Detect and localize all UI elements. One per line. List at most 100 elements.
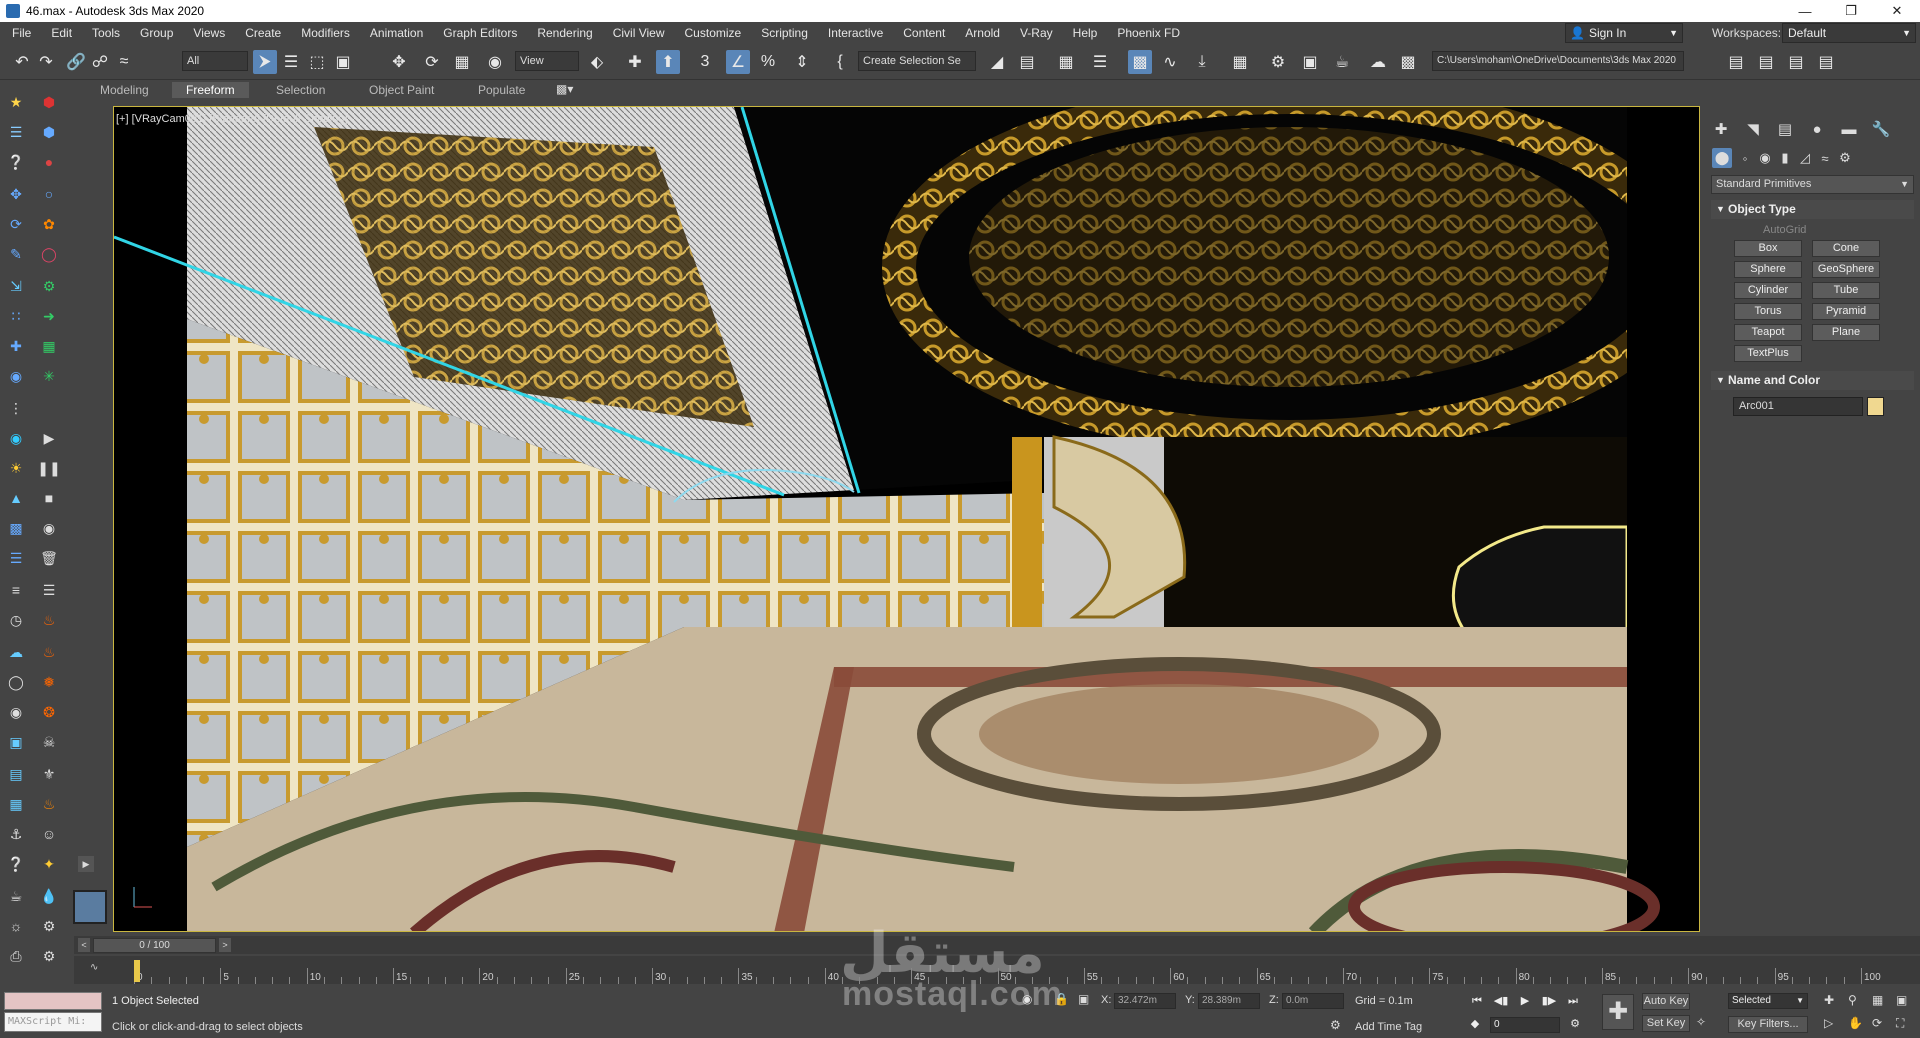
layer-explorer-icon[interactable]: ☰: [1088, 50, 1112, 74]
wand-icon[interactable]: ✦: [37, 852, 61, 876]
scene-explorer-icon[interactable]: ▦: [1054, 50, 1078, 74]
window-crossing-icon[interactable]: ▣: [331, 50, 355, 74]
key-tangent-icon[interactable]: ✧: [1696, 1015, 1706, 1029]
menu-list-icon[interactable]: ☰: [37, 578, 61, 602]
transform-gizmo-icon[interactable]: ✥: [4, 182, 28, 206]
record-icon[interactable]: ◉: [37, 516, 61, 540]
set-key-button[interactable]: Set Key: [1642, 1015, 1690, 1032]
render-in-cloud-icon[interactable]: ☁: [1366, 50, 1390, 74]
a360-gallery-icon[interactable]: ▩: [1396, 50, 1420, 74]
name-and-color-rollout[interactable]: ▼ Name and Color: [1711, 371, 1914, 390]
render-production-icon[interactable]: ☕: [1330, 50, 1354, 74]
transform-icon[interactable]: ✚: [4, 334, 28, 358]
help-icon[interactable]: ❔: [4, 150, 28, 174]
menu-animation[interactable]: Animation: [358, 22, 431, 44]
cylinder-button[interactable]: Cylinder: [1734, 282, 1802, 299]
paint-bucket-icon[interactable]: ◯: [4, 670, 28, 694]
object-name-field[interactable]: Arc001: [1733, 397, 1863, 416]
select-manipulate-icon[interactable]: ✚: [623, 50, 647, 74]
placement-icon[interactable]: ◉: [483, 50, 507, 74]
fire-sim-icon[interactable]: ♨: [37, 792, 61, 816]
selection-filter-dropdown[interactable]: All: [182, 51, 248, 71]
workspace-icon-1[interactable]: ▤: [1724, 50, 1748, 74]
angle-snap-icon[interactable]: ∠: [726, 50, 750, 74]
cart-icon[interactable]: ⚙: [37, 944, 61, 968]
menu-group[interactable]: Group: [128, 22, 181, 44]
key-mode-icon[interactable]: ◆: [1466, 1016, 1484, 1032]
systems-icon[interactable]: ⚙: [1835, 148, 1855, 168]
tube-button[interactable]: Tube: [1812, 282, 1880, 299]
current-frame-field[interactable]: 0: [1490, 1017, 1560, 1033]
hierarchy-tab-icon[interactable]: ▤: [1772, 118, 1798, 140]
rendered-frame-window-icon[interactable]: ▣: [1298, 50, 1322, 74]
add-time-tag[interactable]: Add Time Tag: [1355, 1021, 1422, 1033]
material-icon[interactable]: ◯: [37, 242, 61, 266]
measure-icon[interactable]: ⇲: [4, 274, 28, 298]
menu-content[interactable]: Content: [891, 22, 953, 44]
sphere-icon[interactable]: ○: [37, 182, 61, 206]
material-editor-icon[interactable]: ▦: [1228, 50, 1252, 74]
layout-icon[interactable]: ▦: [4, 792, 28, 816]
pan-icon[interactable]: ✋: [1848, 1016, 1863, 1030]
arrow-right-icon[interactable]: ➜: [37, 304, 61, 328]
spacewarps-icon[interactable]: ≈: [1815, 148, 1835, 168]
menu-arnold[interactable]: Arnold: [953, 22, 1008, 44]
viewport[interactable]: [113, 106, 1700, 932]
absolute-mode-icon[interactable]: ▣: [1078, 992, 1089, 1006]
toggle-ribbon-icon[interactable]: ▩: [1128, 50, 1152, 74]
menu-rendering[interactable]: Rendering: [525, 22, 600, 44]
menu-modifiers[interactable]: Modifiers: [289, 22, 358, 44]
menu-edit[interactable]: Edit: [39, 22, 80, 44]
starburst-icon[interactable]: ✳: [37, 364, 61, 388]
y-coord-field[interactable]: 28.389m: [1198, 993, 1260, 1009]
link-icon[interactable]: 🔗: [64, 50, 88, 74]
bind-spacewarp-icon[interactable]: ≈: [112, 50, 136, 74]
stop-icon[interactable]: ■: [37, 486, 61, 510]
snaps-toggle-icon[interactable]: 3: [693, 50, 717, 74]
textplus-button[interactable]: TextPlus: [1734, 345, 1802, 362]
time-config-icon[interactable]: ⚙: [1566, 1016, 1584, 1032]
viewport-label[interactable]: [+] [VRayCam001] [Standard] [Default Sha…: [116, 113, 347, 125]
create-light-icon[interactable]: ★: [4, 90, 28, 114]
pause-icon[interactable]: ❚❚: [37, 456, 61, 480]
fire-source-icon[interactable]: ♨: [37, 640, 61, 664]
object-color-swatch[interactable]: [1867, 397, 1884, 416]
camera-icon[interactable]: ◉: [4, 364, 28, 388]
menu-phoenix-fd[interactable]: Phoenix FD: [1105, 22, 1188, 44]
undo-icon[interactable]: ↶: [10, 50, 34, 74]
cloud-icon[interactable]: ☁: [4, 640, 28, 664]
menu-scripting[interactable]: Scripting: [749, 22, 816, 44]
layer-manager-icon[interactable]: ☰: [4, 120, 28, 144]
menu-civil-view[interactable]: Civil View: [601, 22, 673, 44]
x-coord-field[interactable]: 32.472m: [1114, 993, 1176, 1009]
time-next-arrow-icon[interactable]: >: [219, 938, 231, 952]
water-icon[interactable]: 💧: [37, 884, 61, 908]
key-filters-button[interactable]: Key Filters...: [1728, 1016, 1808, 1033]
teapot-button[interactable]: Teapot: [1734, 324, 1802, 341]
schematic-view-icon[interactable]: ⤓: [1190, 50, 1214, 74]
lightbulb-icon[interactable]: ◉: [4, 426, 28, 450]
dots-icon[interactable]: ⋮: [4, 396, 28, 420]
restore-button[interactable]: ❐: [1828, 0, 1874, 22]
shapes-icon[interactable]: ◦: [1735, 148, 1755, 168]
help-circle-icon[interactable]: ❔: [4, 852, 28, 876]
fire-icon[interactable]: ♨: [37, 608, 61, 632]
sun-icon[interactable]: ☀: [4, 456, 28, 480]
gear-icon[interactable]: ⚙: [37, 274, 61, 298]
tab-populate[interactable]: Populate: [478, 83, 525, 97]
rotate-icon[interactable]: ⟳: [420, 50, 444, 74]
go-to-start-icon[interactable]: ⏮: [1468, 993, 1486, 1009]
edit-named-selections-icon[interactable]: {: [828, 50, 852, 74]
menu-file[interactable]: File: [0, 22, 39, 44]
project-folder-path[interactable]: C:\Users\moham\OneDrive\Documents\3ds Ma…: [1432, 51, 1684, 71]
mirror-icon[interactable]: ◢: [985, 50, 1009, 74]
align-icon[interactable]: ▤: [1015, 50, 1039, 74]
workspace-icon-3[interactable]: ▤: [1784, 50, 1808, 74]
workspace-icon-4[interactable]: ▤: [1814, 50, 1838, 74]
sliders-icon[interactable]: ≡: [4, 578, 28, 602]
orbit-icon[interactable]: ⟳: [1872, 1016, 1882, 1030]
select-object-icon[interactable]: ⮞: [253, 50, 277, 74]
trash-icon[interactable]: 🗑: [37, 546, 61, 570]
maximize-viewport-icon[interactable]: ⛶: [1896, 1016, 1904, 1031]
maxscript-mini-listener[interactable]: MAXScript Mi:: [4, 1012, 102, 1032]
